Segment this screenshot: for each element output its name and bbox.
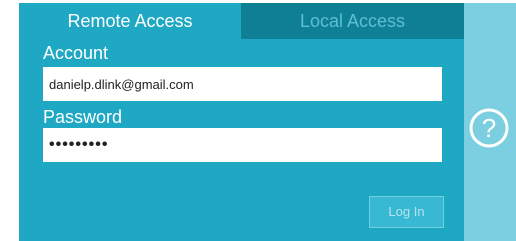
account-label: Account — [43, 43, 109, 63]
help-button[interactable]: ? — [468, 107, 510, 149]
password-label: Password — [43, 107, 123, 127]
tab-local-access[interactable]: Local Access — [241, 3, 464, 39]
account-input-value: danielp.dlink@gmail.com — [49, 76, 194, 92]
svg-text:?: ? — [482, 113, 496, 143]
access-tabs: Remote Access Local Access — [19, 3, 464, 39]
password-input[interactable]: ••••••••• — [43, 128, 442, 162]
help-sidebar: ? — [464, 3, 516, 241]
login-button[interactable]: Log In — [369, 196, 444, 228]
login-screen: Remote Access Local Access Account danie… — [0, 0, 516, 241]
login-panel: Remote Access Local Access Account danie… — [19, 3, 464, 241]
tab-remote-access[interactable]: Remote Access — [19, 3, 241, 39]
account-input[interactable]: danielp.dlink@gmail.com — [43, 67, 442, 101]
password-input-value: ••••••••• — [49, 136, 109, 153]
help-icon: ? — [469, 108, 509, 148]
